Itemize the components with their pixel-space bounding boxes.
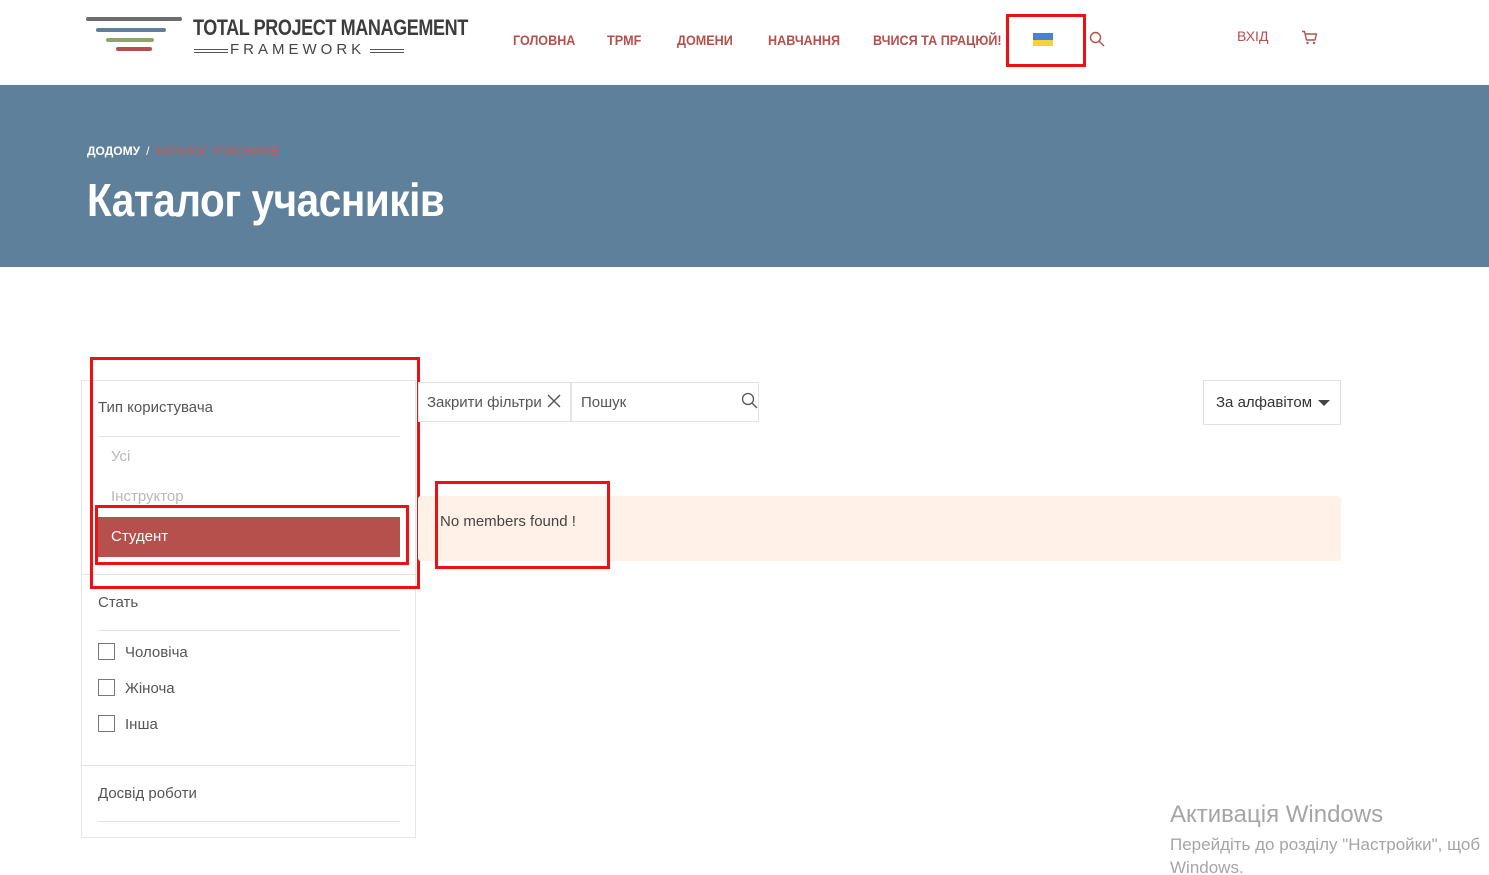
page-title: Каталог учасників xyxy=(87,174,445,226)
caret-down-icon xyxy=(1318,400,1330,406)
logo-subtitle: FRAMEWORK xyxy=(230,41,366,58)
breadcrumb-separator: / xyxy=(146,144,150,158)
windows-activation-title: Активація Windows xyxy=(1170,801,1384,828)
breadcrumb: ДОДОМУ / КАТАЛОГ УЧАСНИКІВ xyxy=(87,144,279,158)
divider xyxy=(98,436,400,437)
login-link[interactable]: ВХІД xyxy=(1237,28,1268,44)
close-icon[interactable] xyxy=(546,393,562,409)
empty-results-notice: No members found ! xyxy=(418,496,1341,561)
divider xyxy=(82,574,415,575)
nav-item-training[interactable]: НАВЧАННЯ xyxy=(768,32,840,48)
sort-selected-value: За алфавітом xyxy=(1216,394,1313,411)
ukraine-flag-icon[interactable] xyxy=(1033,33,1053,46)
breadcrumb-home[interactable]: ДОДОМУ xyxy=(87,144,140,158)
nav-item-home[interactable]: ГОЛОВНА xyxy=(513,32,575,48)
divider xyxy=(98,630,400,631)
checkbox[interactable] xyxy=(98,715,115,732)
divider xyxy=(98,821,400,822)
search-icon[interactable] xyxy=(741,392,758,409)
logo-title: TOTAL PROJECT MANAGEMENT xyxy=(193,15,468,40)
site-logo[interactable]: TOTAL PROJECT MANAGEMENT FRAMEWORK xyxy=(86,14,468,60)
checkbox[interactable] xyxy=(98,679,115,696)
nav-item-domains[interactable]: ДОМЕНИ xyxy=(677,32,733,48)
windows-activation-text-2: Windows. xyxy=(1170,858,1244,875)
search-icon[interactable] xyxy=(1089,31,1105,47)
checkbox-label: Чоловіча xyxy=(125,644,188,661)
gender-title: Стать xyxy=(98,594,139,611)
checkbox-label: Інша xyxy=(125,716,158,733)
nav-item-tpmf[interactable]: TPMF xyxy=(607,32,641,48)
empty-results-message: No members found ! xyxy=(440,513,576,530)
member-search xyxy=(571,382,759,422)
site-header: TOTAL PROJECT MANAGEMENT FRAMEWORK ГОЛОВ… xyxy=(0,0,1489,85)
close-filters-button[interactable]: Закрити фільтри xyxy=(418,382,571,422)
user-type-option-student[interactable]: Студент xyxy=(98,517,400,557)
nav-item-learn-and-work[interactable]: ВЧИСЯ ТА ПРАЦЮЙ! xyxy=(873,32,1002,48)
checkbox-label: Жіноча xyxy=(125,680,175,697)
experience-title[interactable]: Досвід роботи xyxy=(98,785,197,802)
cart-icon[interactable] xyxy=(1301,30,1318,45)
filters-sidebar: Тип користувача Усі Інструктор Студент С… xyxy=(81,380,416,838)
close-filters-label: Закрити фільтри xyxy=(427,394,542,411)
user-type-option-all[interactable]: Усі xyxy=(111,448,130,465)
checkbox[interactable] xyxy=(98,643,115,660)
logo-subtitle-block: FRAMEWORK xyxy=(194,41,404,59)
windows-activation-text: Перейдіть до розділу "Настройки", щоб xyxy=(1170,835,1481,854)
page-banner: ДОДОМУ / КАТАЛОГ УЧАСНИКІВ Каталог учасник… xyxy=(0,85,1489,267)
breadcrumb-current: КАТАЛОГ УЧАСНИКІВ xyxy=(155,144,280,158)
user-type-option-instructor[interactable]: Інструктор xyxy=(111,488,184,505)
user-type-title: Тип користувача xyxy=(98,399,213,416)
sort-select[interactable]: За алфавітом xyxy=(1203,380,1341,425)
divider xyxy=(82,765,415,766)
search-input[interactable] xyxy=(572,383,732,421)
